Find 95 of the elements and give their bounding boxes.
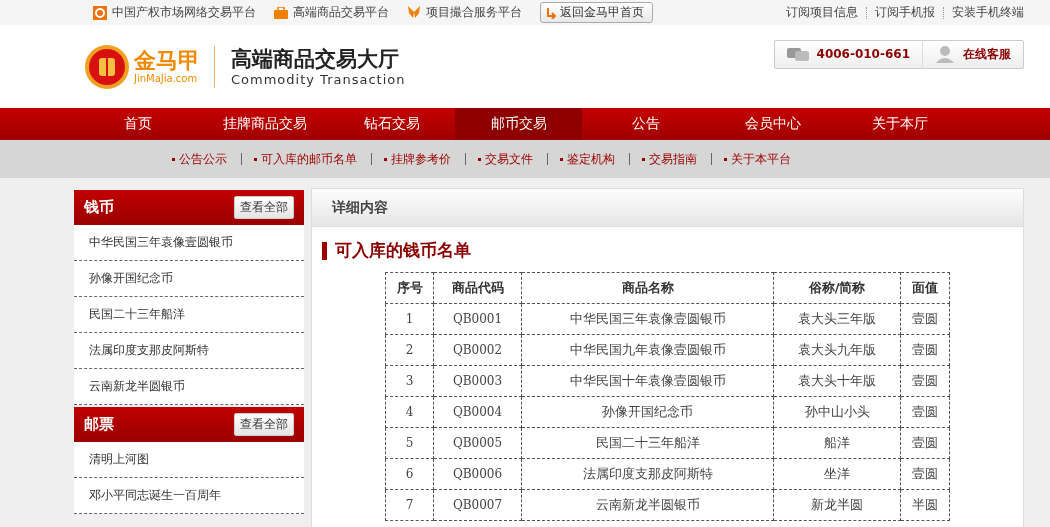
- table-cell: 中华民国三年袁像壹圆银币: [521, 303, 774, 335]
- table-cell: 壹圆: [900, 427, 950, 459]
- table-cell: 壹圆: [900, 334, 950, 366]
- nav-tab[interactable]: 关于本厅: [836, 108, 963, 140]
- table-cell: 坐洋: [773, 458, 901, 490]
- column-header: 商品代码: [433, 272, 522, 304]
- table-cell: QB0007: [433, 489, 522, 521]
- bullet-icon: [724, 157, 727, 161]
- sidebar-title: 钱币: [84, 198, 114, 217]
- table-cell: 壹圆: [900, 303, 950, 335]
- table-cell: 壹圆: [900, 365, 950, 397]
- list-heading: 可入库的钱币名单: [335, 239, 471, 262]
- top-link[interactable]: 订阅项目信息: [786, 4, 858, 21]
- subnav-link[interactable]: 鉴定机构: [567, 150, 615, 168]
- butterfly-icon: [407, 6, 421, 19]
- bullet-icon: [254, 157, 257, 161]
- chat-icon: [786, 46, 809, 62]
- table-cell: 1: [385, 303, 434, 335]
- sidebar-item[interactable]: 清明上河图: [74, 442, 304, 478]
- table-cell: 袁大头十年版: [773, 365, 901, 397]
- table-cell: 壹圆: [900, 458, 950, 490]
- top-link[interactable]: 订阅手机报: [875, 4, 935, 21]
- person-icon: [935, 45, 955, 63]
- view-all-button[interactable]: 查看全部: [234, 196, 294, 219]
- nav-tab[interactable]: 邮币交易: [455, 108, 582, 140]
- table-cell: 孙中山小头: [773, 396, 901, 428]
- subnav-link[interactable]: 交易指南: [649, 150, 697, 168]
- nav-tab[interactable]: 公告: [582, 108, 709, 140]
- service-link[interactable]: 在线客服: [923, 45, 1023, 63]
- nav-tab[interactable]: 钻石交易: [328, 108, 455, 140]
- column-header: 商品名称: [521, 272, 774, 304]
- hall-subtitle: Commodity Transaction: [231, 72, 406, 87]
- sidebar-item[interactable]: 民国二十三年船洋: [74, 297, 304, 333]
- table-cell: QB0002: [433, 334, 522, 366]
- sidebar-item[interactable]: 孙像开国纪念币: [74, 261, 304, 297]
- table-cell: 半圆: [900, 489, 950, 521]
- sidebar-item[interactable]: 云南新龙半圆银币: [74, 369, 304, 405]
- e-icon: [93, 5, 107, 20]
- table-cell: 袁大头九年版: [773, 334, 901, 366]
- column-header: 俗称/简称: [773, 272, 901, 304]
- bullet-icon: [172, 157, 175, 161]
- table-cell: 中华民国九年袁像壹圆银币: [521, 334, 774, 366]
- nav-tab[interactable]: 首页: [74, 108, 201, 140]
- table-cell: 袁大头三年版: [773, 303, 901, 335]
- hall-title: 高端商品交易大厅: [231, 46, 400, 72]
- table-cell: QB0003: [433, 365, 522, 397]
- logo-icon: [84, 43, 130, 90]
- column-header: 面值: [900, 272, 950, 304]
- platform-link[interactable]: 项目撮合服务平台: [426, 4, 522, 21]
- panel-title: 详细内容: [312, 189, 1023, 227]
- arrow-icon: [545, 6, 557, 19]
- table-cell: 2: [385, 334, 434, 366]
- top-link[interactable]: 安装手机终端: [952, 4, 1024, 21]
- home-button[interactable]: 返回金马甲首页: [540, 2, 653, 23]
- platform-link[interactable]: 高端商品交易平台: [293, 4, 389, 21]
- subnav-link[interactable]: 挂牌参考价: [391, 150, 451, 168]
- table-cell: 4: [385, 396, 434, 428]
- subnav-link[interactable]: 关于本平台: [731, 150, 791, 168]
- nav-tab[interactable]: 会员中心: [709, 108, 836, 140]
- table-cell: 壹圆: [900, 396, 950, 428]
- sidebar-item[interactable]: 中华民国三年袁像壹圆银币: [74, 225, 304, 261]
- table-cell: QB0004: [433, 396, 522, 428]
- table-cell: QB0001: [433, 303, 522, 335]
- logo-site: JinMaJia.com: [134, 73, 199, 84]
- platform-link[interactable]: 中国产权市场网络交易平台: [112, 4, 256, 21]
- heading-marker: [322, 241, 327, 260]
- bullet-icon: [478, 157, 481, 161]
- table-cell: QB0006: [433, 458, 522, 490]
- table-cell: 6: [385, 458, 434, 490]
- table-cell: 孙像开国纪念币: [521, 396, 774, 428]
- table-cell: 云南新龙半圆银币: [521, 489, 774, 521]
- column-header: 序号: [385, 272, 434, 304]
- sidebar-item[interactable]: 法属印度支那皮阿斯特: [74, 333, 304, 369]
- table-cell: 法属印度支那皮阿斯特: [521, 458, 774, 490]
- view-all-button[interactable]: 查看全部: [234, 413, 294, 436]
- sidebar-title: 邮票: [84, 415, 114, 434]
- table-cell: 3: [385, 365, 434, 397]
- nav-tab[interactable]: 挂牌商品交易: [201, 108, 328, 140]
- table-cell: 新龙半圆: [773, 489, 901, 521]
- logo-name: 金马甲: [134, 49, 200, 73]
- table-cell: QB0005: [433, 427, 522, 459]
- subnav-link[interactable]: 交易文件: [485, 150, 533, 168]
- subnav-link[interactable]: 可入库的邮币名单: [261, 150, 357, 168]
- phone-link[interactable]: 4006-010-661: [774, 46, 922, 62]
- table-cell: 船洋: [773, 427, 901, 459]
- sidebar-item[interactable]: 邓小平同志诞生一百周年: [74, 478, 304, 514]
- subnav-link[interactable]: 公告公示: [179, 150, 227, 168]
- briefcase-icon: [274, 6, 288, 19]
- table-cell: 7: [385, 489, 434, 521]
- table-cell: 民国二十三年船洋: [521, 427, 774, 459]
- bullet-icon: [642, 157, 645, 161]
- bullet-icon: [560, 157, 563, 161]
- table-cell: 中华民国十年袁像壹圆银币: [521, 365, 774, 397]
- bullet-icon: [384, 157, 387, 161]
- table-cell: 5: [385, 427, 434, 459]
